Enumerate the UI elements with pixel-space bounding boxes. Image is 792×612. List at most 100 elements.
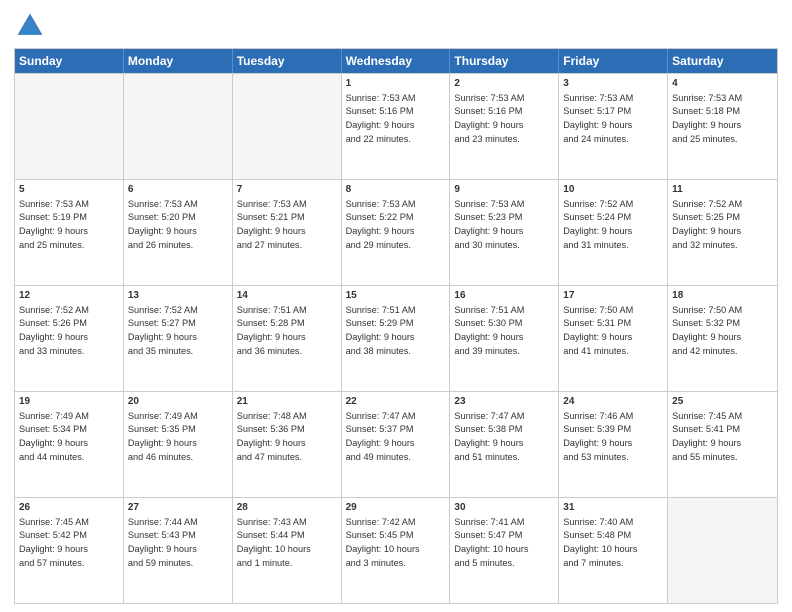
header	[14, 10, 778, 42]
cal-cell-2: 2Sunrise: 7:53 AM Sunset: 5:16 PM Daylig…	[450, 74, 559, 179]
cal-header-thursday: Thursday	[450, 49, 559, 73]
day-number: 16	[454, 289, 554, 303]
cal-cell-7: 7 Sunrise: 7:53 AM Sunset: 5:21 PM Daylig…	[233, 180, 342, 285]
cal-cell-31: 31 Sunrise: 7:40 AM Sunset: 5:48 PM Dayli…	[559, 498, 668, 603]
cal-row-2: 12Sunrise: 7:52 AM Sunset: 5:26 PM Dayli…	[15, 285, 777, 391]
cell-text: Sunrise: 7:53 AM Sunset: 5:18 PM Dayligh…	[672, 93, 742, 144]
day-number: 7	[237, 183, 337, 197]
cell-text: Sunrise: 7:53 AM Sunset: 5:19 PM Dayligh…	[19, 199, 89, 250]
day-number: 30	[454, 501, 554, 515]
cal-cell-29: 29 Sunrise: 7:42 AM Sunset: 5:45 PM Dayli…	[342, 498, 451, 603]
day-number: 10	[563, 183, 663, 197]
cell-text: Sunrise: 7:49 AM Sunset: 5:35 PM Dayligh…	[128, 411, 198, 462]
cal-cell-18: 18 Sunrise: 7:50 AM Sunset: 5:32 PM Dayli…	[668, 286, 777, 391]
cal-cell-13: 13 Sunrise: 7:52 AM Sunset: 5:27 PM Dayli…	[124, 286, 233, 391]
day-number: 3	[563, 77, 663, 91]
cell-text: Sunrise: 7:50 AM Sunset: 5:31 PM Dayligh…	[563, 305, 633, 356]
cal-cell-25: 25 Sunrise: 7:45 AM Sunset: 5:41 PM Dayli…	[668, 392, 777, 497]
cell-text: Sunrise: 7:52 AM Sunset: 5:24 PM Dayligh…	[563, 199, 633, 250]
cell-text: Sunrise: 7:51 AM Sunset: 5:29 PM Dayligh…	[346, 305, 416, 356]
cal-cell-4: 4 Sunrise: 7:53 AM Sunset: 5:18 PM Daylig…	[668, 74, 777, 179]
cal-cell-empty-4-6	[668, 498, 777, 603]
cal-cell-22: 22Sunrise: 7:47 AM Sunset: 5:37 PM Dayli…	[342, 392, 451, 497]
cell-text: Sunrise: 7:53 AM Sunset: 5:22 PM Dayligh…	[346, 199, 416, 250]
cell-text: Sunrise: 7:53 AM Sunset: 5:20 PM Dayligh…	[128, 199, 198, 250]
cal-cell-23: 23Sunrise: 7:47 AM Sunset: 5:38 PM Dayli…	[450, 392, 559, 497]
cal-cell-14: 14 Sunrise: 7:51 AM Sunset: 5:28 PM Dayli…	[233, 286, 342, 391]
day-number: 18	[672, 289, 773, 303]
day-number: 9	[454, 183, 554, 197]
day-number: 29	[346, 501, 446, 515]
cell-text: Sunrise: 7:41 AM Sunset: 5:47 PM Dayligh…	[454, 517, 528, 568]
day-number: 21	[237, 395, 337, 409]
day-number: 25	[672, 395, 773, 409]
cal-header-wednesday: Wednesday	[342, 49, 451, 73]
day-number: 17	[563, 289, 663, 303]
cal-cell-21: 21 Sunrise: 7:48 AM Sunset: 5:36 PM Dayli…	[233, 392, 342, 497]
cell-text: Sunrise: 7:51 AM Sunset: 5:28 PM Dayligh…	[237, 305, 307, 356]
cal-cell-empty-0-1	[124, 74, 233, 179]
cal-cell-20: 20 Sunrise: 7:49 AM Sunset: 5:35 PM Dayli…	[124, 392, 233, 497]
cal-row-1: 5 Sunrise: 7:53 AM Sunset: 5:19 PM Daylig…	[15, 179, 777, 285]
day-number: 4	[672, 77, 773, 91]
cell-text: Sunrise: 7:53 AM Sunset: 5:21 PM Dayligh…	[237, 199, 307, 250]
cal-cell-28: 28 Sunrise: 7:43 AM Sunset: 5:44 PM Dayli…	[233, 498, 342, 603]
cell-text: Sunrise: 7:48 AM Sunset: 5:36 PM Dayligh…	[237, 411, 307, 462]
cal-cell-6: 6Sunrise: 7:53 AM Sunset: 5:20 PM Daylig…	[124, 180, 233, 285]
day-number: 11	[672, 183, 773, 197]
cell-text: Sunrise: 7:52 AM Sunset: 5:27 PM Dayligh…	[128, 305, 198, 356]
cell-text: Sunrise: 7:52 AM Sunset: 5:25 PM Dayligh…	[672, 199, 742, 250]
day-number: 5	[19, 183, 119, 197]
cal-header-sunday: Sunday	[15, 49, 124, 73]
cal-cell-27: 27 Sunrise: 7:44 AM Sunset: 5:43 PM Dayli…	[124, 498, 233, 603]
cell-text: Sunrise: 7:53 AM Sunset: 5:23 PM Dayligh…	[454, 199, 524, 250]
cal-cell-10: 10 Sunrise: 7:52 AM Sunset: 5:24 PM Dayli…	[559, 180, 668, 285]
cell-text: Sunrise: 7:45 AM Sunset: 5:42 PM Dayligh…	[19, 517, 89, 568]
cell-text: Sunrise: 7:50 AM Sunset: 5:32 PM Dayligh…	[672, 305, 742, 356]
logo-icon	[14, 10, 46, 42]
cell-text: Sunrise: 7:43 AM Sunset: 5:44 PM Dayligh…	[237, 517, 311, 568]
cell-text: Sunrise: 7:49 AM Sunset: 5:34 PM Dayligh…	[19, 411, 89, 462]
cal-cell-16: 16 Sunrise: 7:51 AM Sunset: 5:30 PM Dayli…	[450, 286, 559, 391]
cal-cell-8: 8 Sunrise: 7:53 AM Sunset: 5:22 PM Daylig…	[342, 180, 451, 285]
cal-row-4: 26 Sunrise: 7:45 AM Sunset: 5:42 PM Dayli…	[15, 497, 777, 603]
calendar-header-row: SundayMondayTuesdayWednesdayThursdayFrid…	[15, 49, 777, 73]
cal-header-tuesday: Tuesday	[233, 49, 342, 73]
day-number: 13	[128, 289, 228, 303]
day-number: 20	[128, 395, 228, 409]
day-number: 1	[346, 77, 446, 91]
cell-text: Sunrise: 7:47 AM Sunset: 5:38 PM Dayligh…	[454, 411, 524, 462]
page: SundayMondayTuesdayWednesdayThursdayFrid…	[0, 0, 792, 612]
cal-header-saturday: Saturday	[668, 49, 777, 73]
cal-cell-15: 15 Sunrise: 7:51 AM Sunset: 5:29 PM Dayli…	[342, 286, 451, 391]
calendar-body: 1 Sunrise: 7:53 AM Sunset: 5:16 PM Daylig…	[15, 73, 777, 603]
day-number: 15	[346, 289, 446, 303]
cal-cell-12: 12Sunrise: 7:52 AM Sunset: 5:26 PM Dayli…	[15, 286, 124, 391]
cell-text: Sunrise: 7:42 AM Sunset: 5:45 PM Dayligh…	[346, 517, 420, 568]
day-number: 14	[237, 289, 337, 303]
cell-text: Sunrise: 7:51 AM Sunset: 5:30 PM Dayligh…	[454, 305, 524, 356]
day-number: 26	[19, 501, 119, 515]
cell-text: Sunrise: 7:44 AM Sunset: 5:43 PM Dayligh…	[128, 517, 198, 568]
cell-text: Sunrise: 7:53 AM Sunset: 5:16 PM Dayligh…	[454, 93, 524, 144]
cal-cell-9: 9 Sunrise: 7:53 AM Sunset: 5:23 PM Daylig…	[450, 180, 559, 285]
day-number: 24	[563, 395, 663, 409]
cal-cell-3: 3 Sunrise: 7:53 AM Sunset: 5:17 PM Daylig…	[559, 74, 668, 179]
day-number: 31	[563, 501, 663, 515]
day-number: 12	[19, 289, 119, 303]
cell-text: Sunrise: 7:53 AM Sunset: 5:16 PM Dayligh…	[346, 93, 416, 144]
cal-cell-19: 19 Sunrise: 7:49 AM Sunset: 5:34 PM Dayli…	[15, 392, 124, 497]
cell-text: Sunrise: 7:45 AM Sunset: 5:41 PM Dayligh…	[672, 411, 742, 462]
day-number: 27	[128, 501, 228, 515]
day-number: 8	[346, 183, 446, 197]
cal-row-0: 1 Sunrise: 7:53 AM Sunset: 5:16 PM Daylig…	[15, 73, 777, 179]
cal-header-friday: Friday	[559, 49, 668, 73]
day-number: 19	[19, 395, 119, 409]
cal-cell-17: 17 Sunrise: 7:50 AM Sunset: 5:31 PM Dayli…	[559, 286, 668, 391]
day-number: 28	[237, 501, 337, 515]
cal-row-3: 19 Sunrise: 7:49 AM Sunset: 5:34 PM Dayli…	[15, 391, 777, 497]
cell-text: Sunrise: 7:40 AM Sunset: 5:48 PM Dayligh…	[563, 517, 637, 568]
cal-cell-5: 5 Sunrise: 7:53 AM Sunset: 5:19 PM Daylig…	[15, 180, 124, 285]
calendar: SundayMondayTuesdayWednesdayThursdayFrid…	[14, 48, 778, 604]
cell-text: Sunrise: 7:53 AM Sunset: 5:17 PM Dayligh…	[563, 93, 633, 144]
